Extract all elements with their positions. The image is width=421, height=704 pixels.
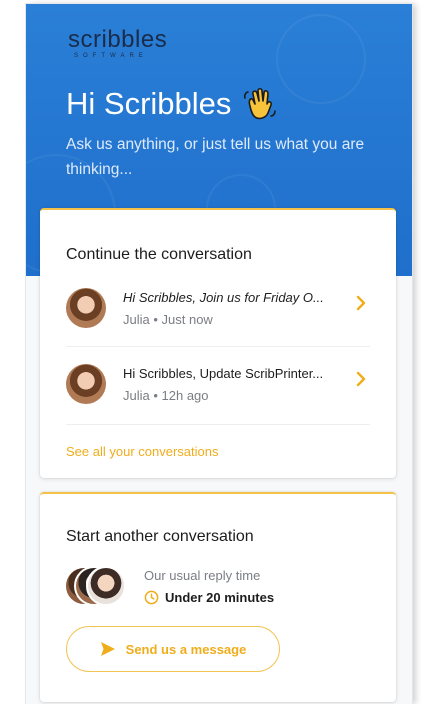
chevron-right-icon (356, 295, 366, 311)
avatar (86, 566, 126, 606)
brand-logo: scribbles SOFTWARE (68, 26, 168, 60)
avatar (66, 288, 106, 328)
logo-word: scribbles (68, 26, 168, 53)
reply-time-text: Under 20 minutes (165, 590, 275, 605)
clock-icon (144, 590, 159, 605)
send-message-label: Send us a message (125, 641, 247, 657)
greeting-text: Hi Scribbles (66, 86, 232, 121)
conversation-preview: Hi Scribbles, Update ScribPrinter... (123, 366, 324, 381)
messenger-panel: scribbles SOFTWARE Hi Scribbles Ask us a… (26, 4, 412, 704)
paper-plane-icon (100, 642, 115, 656)
reply-time-value: Under 20 minutes (144, 590, 274, 605)
conversation-item[interactable]: Hi Scribbles, Join us for Friday O... Ju… (66, 284, 374, 342)
greeting-title: Hi Scribbles (66, 86, 277, 122)
avatar (66, 364, 106, 404)
reply-time-label: Our usual reply time (144, 568, 261, 583)
start-conversation-card: Start another conversation Our usual rep… (40, 492, 396, 702)
waving-hand-icon (244, 87, 277, 120)
continue-card-title: Continue the conversation (66, 246, 252, 263)
conversation-preview: Hi Scribbles, Join us for Friday O... (123, 290, 324, 305)
conversation-meta: Julia • 12h ago (123, 388, 209, 403)
divider (66, 346, 370, 347)
divider (66, 424, 370, 425)
team-avatars (64, 566, 134, 608)
send-message-button[interactable]: Send us a message (66, 626, 280, 672)
hero-tagline: Ask us anything, or just tell us what yo… (66, 136, 365, 178)
logo-subtitle: SOFTWARE (74, 53, 148, 59)
continue-conversation-card: Continue the conversation Hi Scribbles, … (40, 208, 396, 478)
start-card-title: Start another conversation (66, 528, 254, 545)
chevron-right-icon (356, 371, 366, 387)
see-all-conversations-link[interactable]: See all your conversations (66, 444, 218, 459)
conversation-item[interactable]: Hi Scribbles, Update ScribPrinter... Jul… (66, 360, 374, 418)
conversation-meta: Julia • Just now (123, 312, 213, 327)
